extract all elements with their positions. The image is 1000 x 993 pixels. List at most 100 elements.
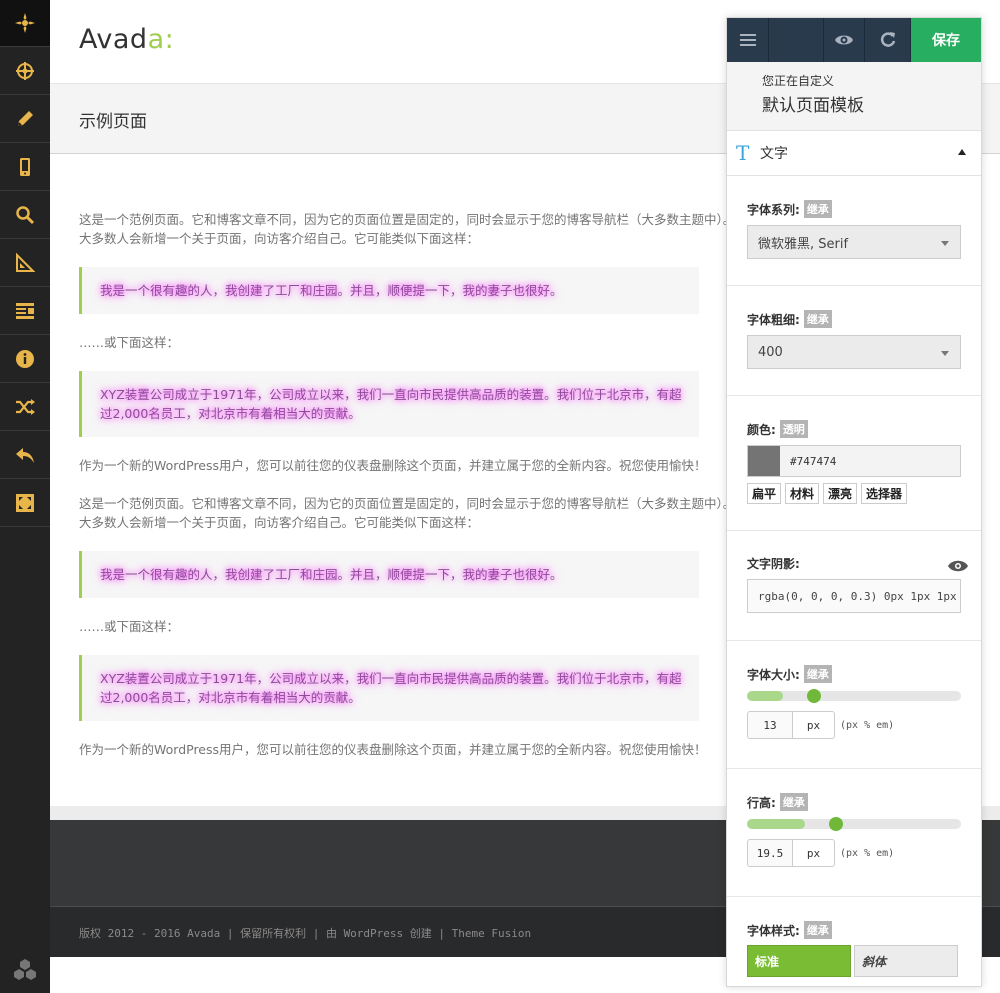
logo-text: Avad — [79, 24, 148, 55]
font-size-label: 字体大小: 继承 — [747, 665, 961, 683]
intro-paragraph: 这是一个范例页面。它和博客文章不同，因为它的页面位置是固定的，同时会显示于您的博… — [79, 496, 736, 530]
color-swatch[interactable] — [748, 446, 780, 476]
save-button[interactable]: 保存 — [911, 18, 981, 62]
transparent-tag[interactable]: 透明 — [779, 420, 808, 438]
preview-toggle-button[interactable] — [823, 18, 865, 62]
color-picker[interactable]: #747474 — [747, 445, 961, 477]
toolbar-fusion-button[interactable] — [0, 955, 50, 985]
refresh-icon — [880, 32, 895, 47]
inherit-tag[interactable]: 继承 — [803, 921, 832, 939]
line-height-input-row: 19.5 px (px % em) — [747, 839, 961, 867]
font-size-slider[interactable] — [747, 689, 961, 703]
customizing-label: 您正在自定义 — [762, 74, 835, 88]
slider-fill — [747, 819, 805, 829]
search-icon — [16, 205, 35, 224]
ruler-icon — [16, 252, 36, 272]
chevron-down-icon — [941, 241, 949, 246]
intro-paragraph: 这是一个范例页面。它和博客文章不同，因为它的页面位置是固定的，同时会显示于您的博… — [79, 212, 736, 246]
closing-paragraph: 作为一个新的WordPress用户，您可以前往您的仪表盘删除这个页面，并建立属于… — [79, 458, 707, 473]
normal-style-button[interactable]: 标准 — [747, 945, 851, 977]
toolbar-ruler-button[interactable] — [0, 239, 50, 287]
inherit-tag[interactable]: 继承 — [803, 200, 832, 218]
label-text: 颜色: — [747, 422, 776, 437]
toolbar-layout-button[interactable] — [0, 287, 50, 335]
blockquote: XYZ装置公司成立于1971年，公司成立以来，我们一直向市民提供高品质的装置。我… — [79, 371, 699, 437]
section-title: 文字 — [760, 146, 788, 162]
collapse-arrow-icon[interactable] — [958, 149, 966, 155]
units-hint: (px % em) — [840, 719, 895, 731]
font-weight-select[interactable]: 400 — [747, 335, 961, 369]
text-icon: T — [736, 141, 750, 165]
text-shadow-control: 文字阴影: rgba(0, 0, 0, 0.3) 0px 1px 1px — [727, 531, 981, 641]
eye-icon[interactable] — [947, 559, 969, 573]
or-like-paragraph: ……或下面这样： — [79, 335, 180, 350]
toolbar-shuffle-button[interactable] — [0, 383, 50, 431]
label-text: 行高: — [747, 795, 776, 810]
slider-fill — [747, 691, 784, 701]
label-text: 字体大小: — [747, 667, 800, 682]
line-height-control: 行高: 继承 19.5 px (px % em) — [727, 769, 981, 897]
customizing-title: 默认页面模板 — [762, 96, 864, 116]
font-size-control: 字体大小: 继承 13 px (px % em) — [727, 641, 981, 769]
layout-icon — [16, 302, 34, 319]
palette-tabs: 扁平 材料 漂亮 选择器 — [747, 483, 961, 504]
blockquote: 我是一个很有趣的人，我创建了工厂和庄园。并且，顺便提一下，我的妻子也很好。 — [79, 267, 699, 314]
palette-picker-tab[interactable]: 选择器 — [861, 483, 908, 504]
menu-button[interactable] — [727, 18, 769, 62]
palette-material-tab[interactable]: 材料 — [785, 483, 820, 504]
inherit-tag[interactable]: 继承 — [803, 310, 832, 328]
target-icon — [16, 61, 34, 80]
toolbar-edit-button[interactable] — [0, 95, 50, 143]
text-shadow-input[interactable]: rgba(0, 0, 0, 0.3) 0px 1px 1px — [747, 579, 961, 613]
pencil-icon — [18, 110, 33, 126]
line-height-input[interactable]: 19.5 — [747, 839, 793, 867]
palette-flat-tab[interactable]: 扁平 — [747, 483, 782, 504]
toolbar-info-button[interactable] — [0, 335, 50, 383]
font-family-select[interactable]: 微软雅黑, Serif — [747, 225, 961, 259]
italic-style-button[interactable]: 斜体 — [854, 945, 958, 977]
font-family-label: 字体系列: 继承 — [747, 200, 961, 218]
site-logo[interactable]: Avada: — [79, 24, 174, 55]
text-shadow-label: 文字阴影: — [747, 557, 800, 571]
units-hint: (px % em) — [840, 847, 895, 859]
toolbar-search-button[interactable] — [0, 191, 50, 239]
page-title: 示例页面 — [79, 112, 147, 132]
font-style-buttons: 标准 斜体 — [747, 945, 961, 977]
slider-handle[interactable] — [828, 817, 843, 831]
toolbar-mobile-button[interactable] — [0, 143, 50, 191]
panel-header: 保存 — [727, 18, 981, 62]
hamburger-icon — [739, 34, 756, 46]
copyright-text: 版权 2012 - 2016 Avada | 保留所有权利 | 由 WordPr… — [79, 927, 532, 940]
toolbar-compass-button[interactable] — [0, 0, 50, 47]
toolbar-settings-button[interactable] — [0, 47, 50, 95]
font-weight-control: 字体粗细: 继承 400 — [727, 286, 981, 396]
quote-text: XYZ装置公司成立于1971年，公司成立以来，我们一直向市民提供高品质的装置。我… — [100, 387, 682, 421]
quote-text: 我是一个很有趣的人，我创建了工厂和庄园。并且，顺便提一下，我的妻子也很好。 — [100, 567, 563, 582]
typography-section-header[interactable]: T 文字 — [727, 130, 981, 176]
select-value: 400 — [758, 344, 783, 360]
undo-icon — [16, 447, 34, 463]
label-text: 字体系列: — [747, 202, 800, 217]
inherit-tag[interactable]: 继承 — [803, 665, 832, 683]
toolbar-fullscreen-button[interactable] — [0, 479, 50, 527]
line-height-unit-select[interactable]: px — [793, 839, 835, 867]
compass-icon — [15, 13, 35, 33]
toolbar-undo-button[interactable] — [0, 431, 50, 479]
slider-handle[interactable] — [807, 689, 822, 703]
font-size-input[interactable]: 13 — [747, 711, 793, 739]
or-like-paragraph: ……或下面这样： — [79, 619, 180, 634]
refresh-button[interactable] — [865, 18, 911, 62]
font-style-control: 字体样式: 继承 标准 斜体 — [727, 897, 981, 986]
palette-pretty-tab[interactable]: 漂亮 — [823, 483, 858, 504]
eye-icon — [835, 35, 853, 45]
line-height-slider[interactable] — [747, 817, 961, 831]
color-value[interactable]: #747474 — [780, 446, 960, 476]
info-icon — [16, 349, 34, 368]
inherit-tag[interactable]: 继承 — [779, 793, 808, 811]
chevron-down-icon — [941, 351, 949, 356]
color-control: 颜色: 透明 #747474 扁平 材料 漂亮 选择器 — [727, 396, 981, 531]
quote-text: XYZ装置公司成立于1971年，公司成立以来，我们一直向市民提供高品质的装置。我… — [100, 671, 682, 705]
font-size-unit-select[interactable]: px — [793, 711, 835, 739]
label-text: 字体粗细: — [747, 312, 800, 327]
shuffle-icon — [16, 398, 35, 415]
